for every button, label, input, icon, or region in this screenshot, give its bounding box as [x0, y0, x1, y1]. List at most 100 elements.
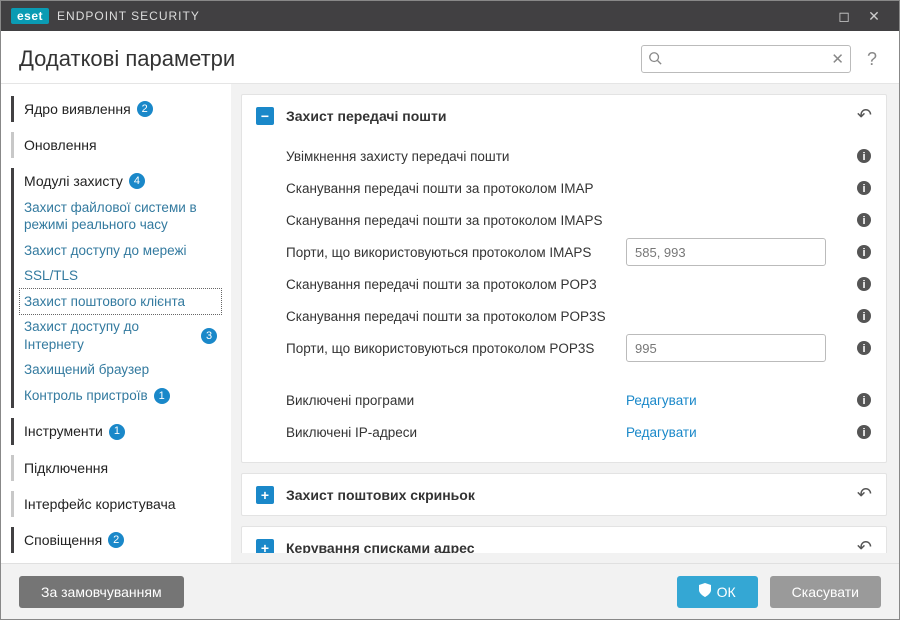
sidebar-item-label: SSL/TLS: [24, 267, 78, 285]
row-label: Сканування передачі пошти за протоколом …: [286, 309, 616, 324]
row-enable-mail-protection: Увімкнення захисту передачі пошти i: [286, 140, 872, 172]
info-icon[interactable]: i: [856, 180, 872, 196]
sidebar-item-protection-modules[interactable]: Модулі захисту 4: [20, 168, 221, 194]
info-icon[interactable]: i: [856, 244, 872, 260]
row-scan-pop3: Сканування передачі пошти за протоколом …: [286, 268, 872, 300]
edit-link[interactable]: Редагувати: [626, 393, 697, 408]
svg-text:i: i: [862, 343, 865, 355]
row-label: Сканування передачі пошти за протоколом …: [286, 181, 616, 196]
sidebar-item-label: Модулі захисту: [24, 172, 123, 190]
sidebar-item-label: Захист файлової системи в режимі реально…: [24, 199, 217, 234]
badge: 3: [201, 328, 217, 344]
sidebar-sub-mail-client[interactable]: Захист поштового клієнта: [20, 289, 221, 315]
row-scan-imaps: Сканування передачі пошти за протоколом …: [286, 204, 872, 236]
svg-text:i: i: [862, 427, 865, 439]
brand-badge: eset: [11, 8, 49, 24]
sidebar-item-update[interactable]: Оновлення: [20, 132, 221, 158]
reset-icon[interactable]: ↶: [857, 484, 872, 505]
clear-search-icon[interactable]: ✕: [831, 50, 844, 68]
input-pop3s-ports[interactable]: [626, 334, 826, 362]
row-scan-imap: Сканування передачі пошти за протоколом …: [286, 172, 872, 204]
sidebar-item-label: Підключення: [24, 459, 108, 477]
svg-text:i: i: [862, 183, 865, 195]
svg-text:i: i: [862, 395, 865, 407]
row-excluded-ips: Виключені IP-адреси Редагувати i: [286, 416, 872, 448]
row-pop3s-ports: Порти, що використовуються протоколом PO…: [286, 332, 872, 364]
sidebar-item-label: Сповіщення: [24, 531, 102, 549]
sidebar-item-connection[interactable]: Підключення: [20, 455, 221, 481]
sidebar-sub-web-access[interactable]: Захист доступу до Інтернету 3: [20, 314, 221, 357]
panel-header[interactable]: + Захист поштових скриньок ↶: [242, 474, 886, 515]
badge: 1: [154, 388, 170, 404]
row-excluded-apps: Виключені програми Редагувати i: [286, 384, 872, 416]
info-icon[interactable]: i: [856, 308, 872, 324]
svg-text:i: i: [862, 311, 865, 323]
info-icon[interactable]: i: [856, 392, 872, 408]
sidebar-item-label: Інструменти: [24, 422, 103, 440]
reset-icon[interactable]: ↶: [857, 537, 872, 553]
expand-icon[interactable]: +: [256, 486, 274, 504]
cancel-button[interactable]: Скасувати: [770, 576, 881, 608]
sidebar-item-label: Захист поштового клієнта: [24, 293, 185, 311]
badge: 4: [129, 173, 145, 189]
row-label: Сканування передачі пошти за протоколом …: [286, 277, 616, 292]
panel-title: Захист поштових скриньок: [286, 487, 845, 503]
panel-mail-protection: − Захист передачі пошти ↶ Увімкнення зах…: [241, 94, 887, 463]
page-title: Додаткові параметри: [19, 46, 235, 72]
sidebar-sub-ssl-tls[interactable]: SSL/TLS: [20, 263, 221, 289]
search-wrap: ✕: [641, 45, 851, 73]
expand-icon[interactable]: +: [256, 539, 274, 554]
header: Додаткові параметри ✕ ?: [1, 31, 899, 84]
badge: 2: [137, 101, 153, 117]
sidebar-item-label: Контроль пристроїв: [24, 387, 148, 405]
input-imaps-ports[interactable]: [626, 238, 826, 266]
svg-text:i: i: [862, 247, 865, 259]
sidebar-item-label: Ядро виявлення: [24, 100, 131, 118]
sidebar-sub-network-access[interactable]: Захист доступу до мережі: [20, 238, 221, 264]
ok-button[interactable]: ОК: [677, 576, 758, 608]
panel-title: Керування списками адрес: [286, 540, 845, 554]
row-label: Порти, що використовуються протоколом IM…: [286, 245, 616, 260]
sidebar-item-detection-core[interactable]: Ядро виявлення 2: [20, 96, 221, 122]
footer: За замовчуванням ОК Скасувати: [1, 563, 899, 619]
sidebar-item-label: Захист доступу до мережі: [24, 242, 187, 260]
window-close-icon[interactable]: ✕: [859, 8, 889, 25]
content-scroll[interactable]: − Захист передачі пошти ↶ Увімкнення зах…: [241, 94, 893, 553]
edit-link[interactable]: Редагувати: [626, 425, 697, 440]
reset-icon[interactable]: ↶: [857, 105, 872, 126]
content: − Захист передачі пошти ↶ Увімкнення зах…: [231, 84, 899, 563]
sidebar-sub-device-control[interactable]: Контроль пристроїв 1: [20, 383, 221, 409]
info-icon[interactable]: i: [856, 148, 872, 164]
panel-header[interactable]: + Керування списками адрес ↶: [242, 527, 886, 553]
sidebar-item-tools[interactable]: Інструменти 1: [20, 418, 221, 444]
row-label: Сканування передачі пошти за протоколом …: [286, 213, 616, 228]
shield-icon: [699, 583, 711, 600]
info-icon[interactable]: i: [856, 212, 872, 228]
app-window: eset ENDPOINT SECURITY ◻ ✕ Додаткові пар…: [0, 0, 900, 620]
help-icon[interactable]: ?: [863, 49, 881, 70]
row-label: Виключені IP-адреси: [286, 425, 616, 440]
product-name: ENDPOINT SECURITY: [57, 9, 200, 23]
panel-address-lists: + Керування списками адрес ↶: [241, 526, 887, 553]
sidebar-sub-secure-browser[interactable]: Захищений браузер: [20, 357, 221, 383]
row-imaps-ports: Порти, що використовуються протоколом IM…: [286, 236, 872, 268]
row-label: Увімкнення захисту передачі пошти: [286, 149, 616, 164]
badge: 1: [109, 424, 125, 440]
window-maximize-icon[interactable]: ◻: [829, 8, 859, 25]
search-input[interactable]: [641, 45, 851, 73]
info-icon[interactable]: i: [856, 276, 872, 292]
collapse-icon[interactable]: −: [256, 107, 274, 125]
sidebar-sub-realtime-fs[interactable]: Захист файлової системи в режимі реально…: [20, 195, 221, 238]
sidebar-item-ui[interactable]: Інтерфейс користувача: [20, 491, 221, 517]
info-icon[interactable]: i: [856, 424, 872, 440]
sidebar-item-label: Інтерфейс користувача: [24, 495, 176, 513]
svg-text:i: i: [862, 215, 865, 227]
info-icon[interactable]: i: [856, 340, 872, 356]
svg-text:i: i: [862, 151, 865, 163]
sidebar-item-notifications[interactable]: Сповіщення 2: [20, 527, 221, 553]
sidebar-item-label: Оновлення: [24, 136, 97, 154]
panel-header[interactable]: − Захист передачі пошти ↶: [242, 95, 886, 136]
sidebar-item-label: Захист доступу до Інтернету: [24, 318, 195, 353]
defaults-button[interactable]: За замовчуванням: [19, 576, 184, 608]
row-label: Порти, що використовуються протоколом PO…: [286, 341, 616, 356]
